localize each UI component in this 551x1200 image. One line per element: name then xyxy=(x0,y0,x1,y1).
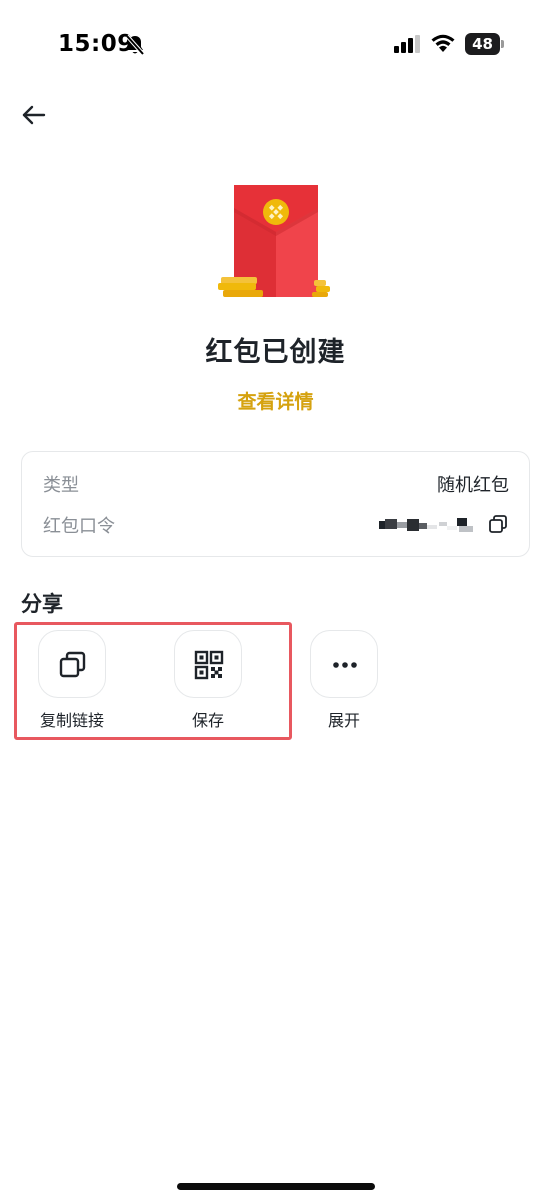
share-heading: 分享 xyxy=(21,592,63,616)
copy-link-icon-circle xyxy=(38,630,106,698)
save-label: 保存 xyxy=(191,711,224,730)
wifi-icon xyxy=(431,34,455,52)
battery-level: 48 xyxy=(472,35,493,53)
status-time: 15:09 xyxy=(58,31,134,57)
signal-icon xyxy=(394,35,420,53)
type-row: 类型 随机红包 xyxy=(43,471,509,497)
expand-icon-circle xyxy=(310,630,378,698)
copy-icon xyxy=(59,651,86,678)
battery-icon: 48 xyxy=(465,33,505,55)
qr-code-icon xyxy=(194,650,224,680)
copy-link-label: 复制链接 xyxy=(39,711,104,730)
back-button[interactable] xyxy=(18,100,52,130)
home-indicator xyxy=(177,1183,375,1190)
info-card: 类型 随机红包 红包口令 xyxy=(21,451,530,557)
save-icon-circle xyxy=(174,630,242,698)
save-button[interactable]: 保存 xyxy=(163,630,253,730)
type-value: 随机红包 xyxy=(437,475,509,496)
red-envelope-illustration xyxy=(218,185,330,297)
expand-label: 展开 xyxy=(327,711,360,730)
battery-cap xyxy=(501,40,504,48)
code-row: 红包口令 xyxy=(43,512,509,538)
type-label: 类型 xyxy=(43,475,79,496)
more-icon xyxy=(333,662,357,668)
expand-button[interactable]: 展开 xyxy=(299,630,389,730)
masked-code-value xyxy=(379,518,473,532)
copy-code-icon[interactable] xyxy=(487,513,509,535)
copy-link-button[interactable]: 复制链接 xyxy=(27,630,117,730)
bell-slash-icon xyxy=(125,34,145,56)
view-details-link[interactable]: 查看详情 xyxy=(0,387,551,414)
arrow-left-icon xyxy=(22,105,46,125)
code-label: 红包口令 xyxy=(43,516,115,537)
page-title: 红包已创建 xyxy=(205,337,346,368)
status-bar: 15:09 48 xyxy=(0,0,551,90)
